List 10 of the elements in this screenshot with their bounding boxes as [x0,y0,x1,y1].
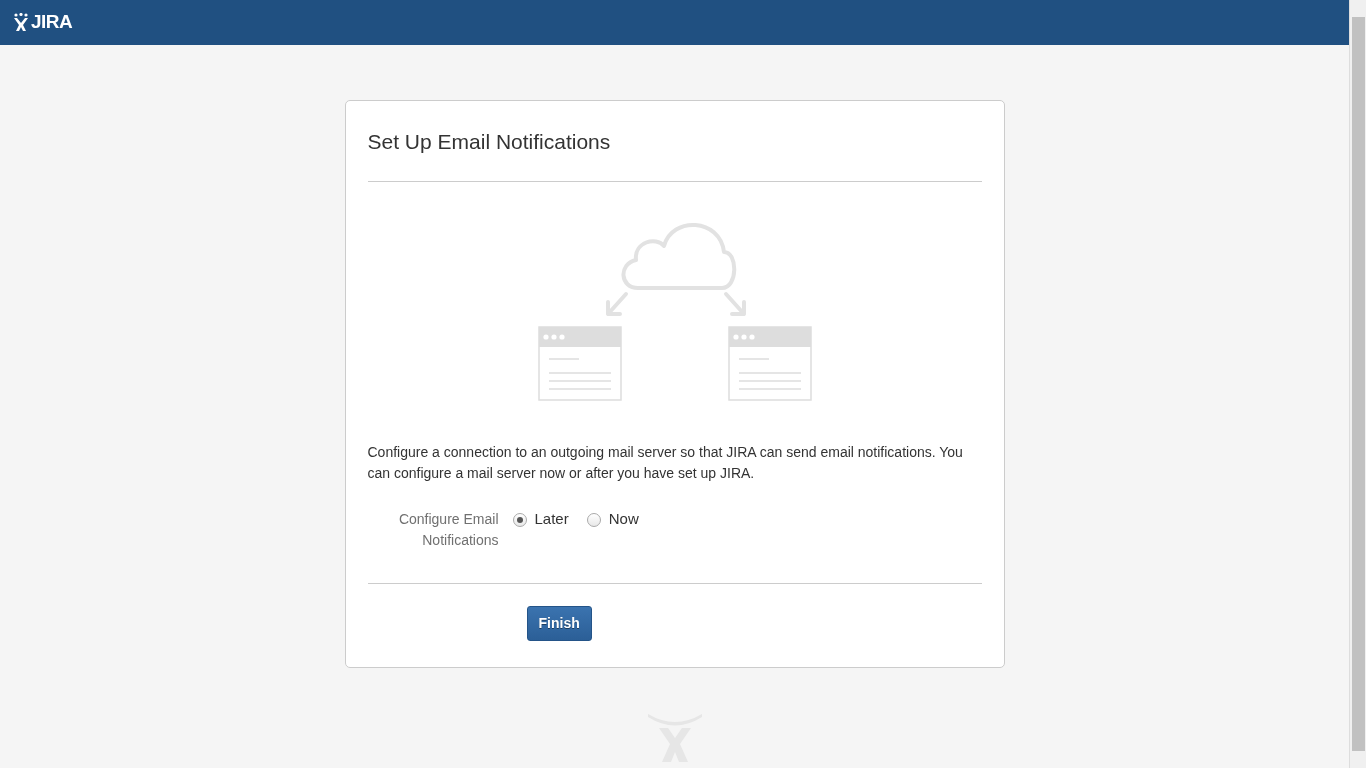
radio-button[interactable] [512,512,527,527]
description-text: Configure a connection to an outgoing mail server so that JIRA can send email notifications. You can configure a mail server now or after you have set up JIRA. [367,443,964,483]
radio-label[interactable]: Later [534,508,569,531]
field-label: Configure Email Notifications [397,510,500,550]
logo-text[interactable]: JIRA [31,8,73,37]
radio-button[interactable] [586,512,601,527]
radio-label[interactable]: Now [608,508,639,531]
logo-icon [13,13,29,32]
dialog-title: Set Up Email Notifications [367,129,612,155]
finish-button[interactable]: Finish [526,606,592,641]
